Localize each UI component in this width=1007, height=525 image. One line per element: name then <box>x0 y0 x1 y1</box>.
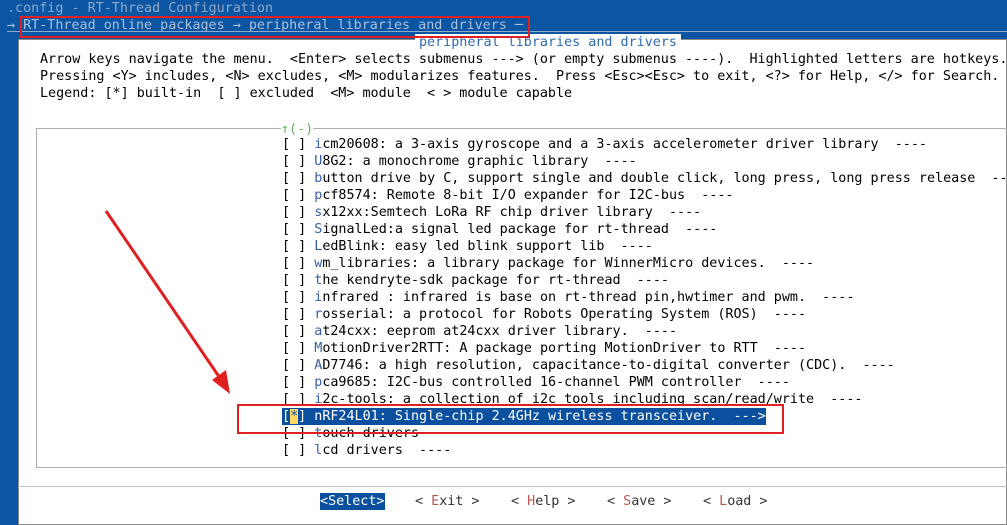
annotation-arrow <box>104 210 230 394</box>
